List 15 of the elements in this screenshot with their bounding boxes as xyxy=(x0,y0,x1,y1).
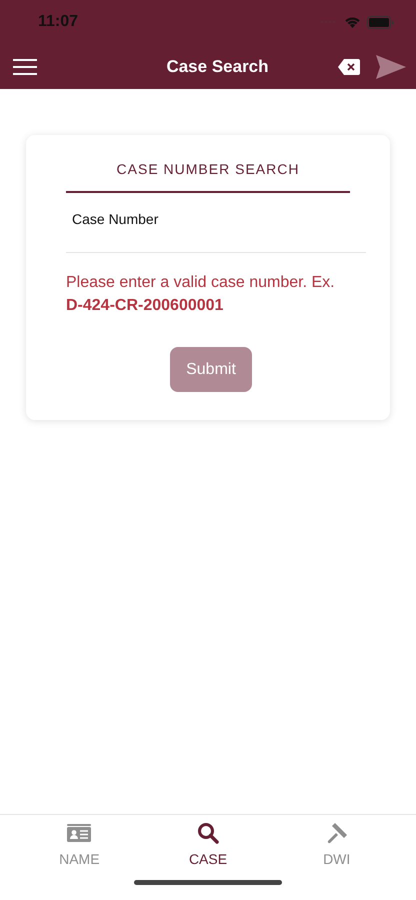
status-time: 11:07 xyxy=(38,13,78,31)
screen-title: Case Search xyxy=(165,56,270,76)
card-heading: CASE NUMBER SEARCH xyxy=(116,161,300,177)
gavel-icon xyxy=(326,822,348,844)
battery-icon xyxy=(367,16,394,28)
id-card-icon xyxy=(67,824,92,842)
case-number-field[interactable]: Case Number xyxy=(66,193,366,253)
search-icon xyxy=(197,822,219,844)
menu-icon[interactable] xyxy=(13,58,37,74)
tab-item[interactable]: DWI xyxy=(272,815,402,878)
clear-icon[interactable] xyxy=(338,58,360,74)
tab-item[interactable]: NAME xyxy=(15,815,144,878)
wifi-icon xyxy=(344,16,361,28)
error-message: Please enter a valid case number. Ex. D-424-CR-200600001 xyxy=(66,273,336,316)
tab-item[interactable]: CASE xyxy=(144,815,272,878)
